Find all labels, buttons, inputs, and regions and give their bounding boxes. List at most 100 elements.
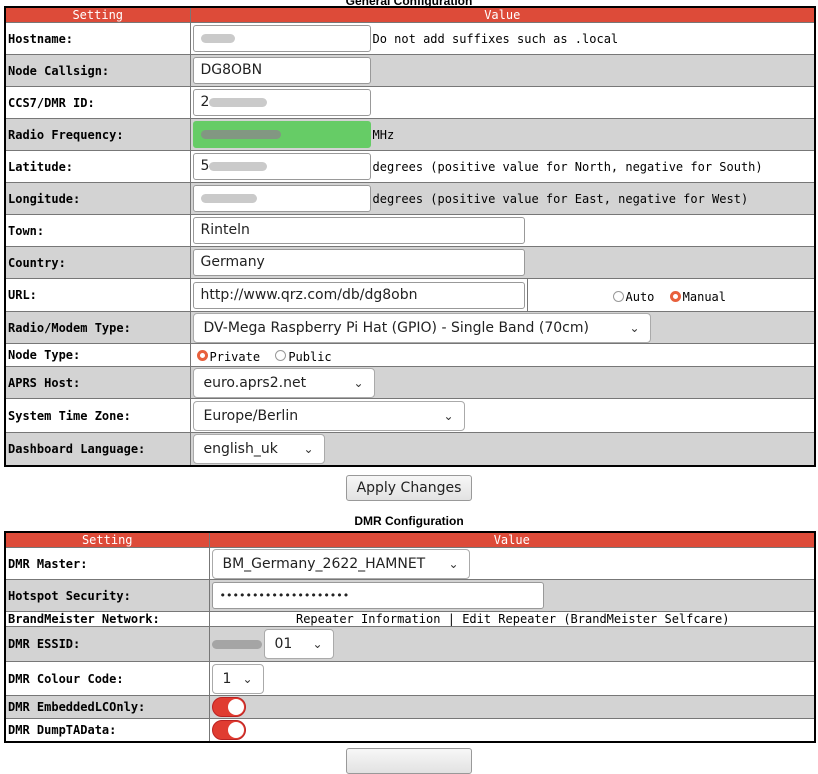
timezone-label: System Time Zone: [4, 398, 191, 433]
aprs-value: euro.aprs2.net [203, 374, 307, 391]
dmrid-input[interactable]: 2 [192, 89, 371, 116]
redacted-value [211, 639, 262, 649]
language-select[interactable]: english_uk ⌄ [192, 433, 325, 464]
header-value: Value [208, 531, 816, 548]
row-dmr-colour: DMR Colour Code: 1 ⌄ [4, 661, 816, 696]
row-dmrid: CCS7/DMR ID: 2 [4, 86, 816, 119]
row-town: Town: Rinteln [4, 214, 816, 247]
general-config-table: Setting Value Hostname: Do not add suffi… [4, 6, 816, 467]
longitude-input[interactable] [192, 185, 371, 212]
callsign-input[interactable]: DG8OBN [192, 57, 371, 84]
row-language: Dashboard Language: english_uk ⌄ [4, 432, 816, 466]
header-setting: Setting [4, 6, 191, 23]
nodetype-private-label: Private [209, 349, 261, 364]
row-aprs: APRS Host: euro.aprs2.net ⌄ [4, 366, 816, 399]
row-brandmeister: BrandMeister Network: Repeater Informati… [4, 611, 816, 627]
url-label: URL: [4, 278, 191, 312]
chevron-down-icon: ⌄ [353, 375, 364, 390]
chevron-down-icon: ⌄ [303, 441, 314, 456]
header-setting: Setting [4, 531, 210, 548]
hotspot-security-input[interactable]: •••••••••••••••••••• [211, 582, 544, 609]
apply-changes-button-dmr[interactable] [346, 748, 472, 774]
dmr-master-label: DMR Master: [4, 547, 210, 580]
country-input[interactable]: Germany [192, 249, 525, 276]
dmr-colour-select[interactable]: 1 ⌄ [211, 663, 264, 694]
edit-repeater-link[interactable]: Edit Repeater (BrandMeister Selfcare) [462, 612, 729, 626]
dmrid-prefix: 2 [200, 94, 210, 110]
chevron-down-icon: ⌄ [242, 671, 253, 686]
dmr-colour-value: 1 [222, 670, 232, 687]
brandmeister-label: BrandMeister Network: [4, 611, 210, 627]
aprs-select[interactable]: euro.aprs2.net ⌄ [192, 367, 375, 398]
row-url: URL: http://www.qrz.com/db/dg8obn Auto M… [4, 278, 816, 312]
chevron-down-icon: ⌄ [443, 408, 454, 423]
longitude-label: Longitude: [4, 182, 191, 215]
dmr-colour-label: DMR Colour Code: [4, 661, 210, 696]
dmr-dumpta-toggle[interactable] [211, 719, 246, 740]
latitude-note: degrees (positive value for North, negat… [372, 159, 763, 174]
row-country: Country: Germany [4, 246, 816, 279]
town-label: Town: [4, 214, 191, 247]
row-dmr-master: DMR Master: BM_Germany_2622_HAMNET ⌄ [4, 547, 816, 580]
callsign-label: Node Callsign: [4, 54, 191, 87]
frequency-input[interactable] [192, 121, 371, 148]
dmr-dumpta-label: DMR DumpTAData: [4, 718, 210, 742]
dmr-embedded-toggle[interactable] [211, 697, 246, 717]
redacted-value [200, 33, 235, 43]
timezone-value: Europe/Berlin [203, 407, 299, 424]
dmr-master-select[interactable]: BM_Germany_2622_HAMNET ⌄ [211, 548, 470, 579]
nodetype-label: Node Type: [4, 343, 191, 367]
frequency-label: Radio Frequency: [4, 118, 191, 151]
row-nodetype: Node Type: Private Public [4, 343, 816, 367]
row-hostname: Hostname: Do not add suffixes such as .l… [4, 22, 816, 55]
row-timezone: System Time Zone: Europe/Berlin ⌄ [4, 398, 816, 433]
apply-changes-button[interactable]: Apply Changes [346, 475, 472, 501]
url-auto-radio[interactable] [612, 290, 624, 302]
url-auto-label: Auto [625, 290, 655, 305]
url-manual-label: Manual [682, 290, 726, 305]
aprs-label: APRS Host: [4, 366, 191, 399]
language-value: english_uk [203, 440, 278, 457]
chevron-down-icon: ⌄ [629, 320, 640, 335]
dmr-essid-select[interactable]: 01 ⌄ [263, 629, 334, 659]
modem-value: DV-Mega Raspberry Pi Hat (GPIO) - Single… [203, 319, 589, 336]
hotspot-security-label: Hotspot Security: [4, 579, 210, 612]
dmr-config-table: Setting Value DMR Master: BM_Germany_262… [4, 531, 816, 743]
row-callsign: Node Callsign: DG8OBN [4, 54, 816, 87]
row-dmr-embedded: DMR EmbeddedLCOnly: [4, 695, 816, 719]
nodetype-public-label: Public [288, 349, 332, 364]
nodetype-private-radio[interactable] [196, 350, 208, 362]
hostname-input[interactable] [192, 25, 371, 52]
modem-label: Radio/Modem Type: [4, 311, 191, 344]
dmr-embedded-label: DMR EmbeddedLCOnly: [4, 695, 210, 719]
redacted-value [209, 97, 268, 107]
latitude-label: Latitude: [4, 150, 191, 183]
redacted-value [200, 129, 281, 139]
longitude-note: degrees (positive value for East, negati… [372, 191, 749, 206]
dmr-master-value: BM_Germany_2622_HAMNET [222, 555, 426, 572]
dmrid-label: CCS7/DMR ID: [4, 86, 191, 119]
chevron-down-icon: ⌄ [312, 637, 323, 651]
url-input[interactable]: http://www.qrz.com/db/dg8obn [192, 281, 525, 309]
header-value: Value [189, 6, 816, 23]
row-longitude: Longitude: degrees (positive value for E… [4, 182, 816, 215]
frequency-unit: MHz [372, 127, 395, 142]
repeater-info-link[interactable]: Repeater Information [296, 612, 441, 626]
hostname-note: Do not add suffixes such as .local [372, 31, 619, 46]
town-input[interactable]: Rinteln [192, 217, 525, 244]
row-latitude: Latitude: 5 degrees (positive value for N… [4, 150, 816, 183]
dmr-essid-label: DMR ESSID: [4, 626, 210, 662]
row-frequency: Radio Frequency: MHz [4, 118, 816, 151]
latitude-input[interactable]: 5 [192, 153, 371, 180]
modem-select[interactable]: DV-Mega Raspberry Pi Hat (GPIO) - Single… [192, 312, 651, 343]
redacted-value [200, 193, 257, 203]
url-manual-radio[interactable] [669, 290, 681, 302]
dmr-config-title: DMR Configuration [354, 514, 464, 528]
row-dmr-essid: DMR ESSID: 01 ⌄ [4, 626, 816, 662]
dmr-essid-value: 01 [274, 636, 293, 652]
timezone-select[interactable]: Europe/Berlin ⌄ [192, 400, 465, 431]
hostname-label: Hostname: [4, 22, 191, 55]
link-separator: | [447, 612, 455, 626]
row-hotspot-security: Hotspot Security: •••••••••••••••••••• [4, 579, 816, 612]
nodetype-public-radio[interactable] [275, 350, 287, 362]
